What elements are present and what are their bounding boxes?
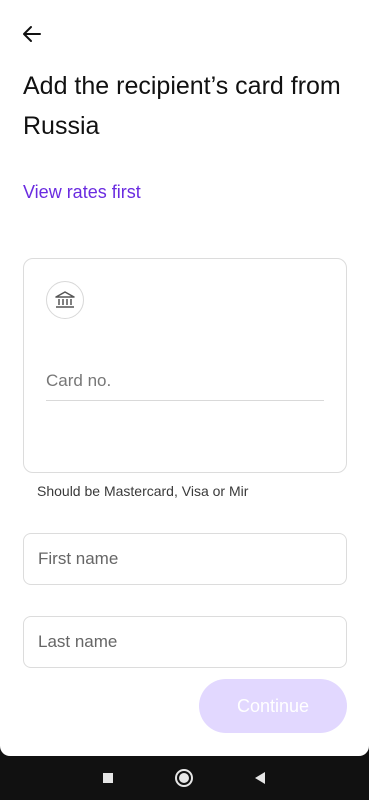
page-title: Add the recipient’s card from Russia — [23, 72, 341, 140]
android-navigation-bar — [0, 756, 369, 800]
system-back-button[interactable] — [238, 756, 282, 800]
last-name-input[interactable]: Last name — [23, 616, 347, 668]
triangle-back-icon — [255, 772, 265, 784]
screen: Add the recipient’s card from Russia Vie… — [0, 0, 369, 756]
continue-button[interactable]: Continue — [199, 679, 347, 733]
home-button[interactable] — [162, 756, 206, 800]
circle-home-icon — [175, 769, 193, 787]
first-name-input[interactable]: First name — [23, 533, 347, 585]
card-type-hint: Should be Mastercard, Visa or Mir — [37, 483, 249, 499]
square-recents-icon — [103, 773, 113, 783]
view-rates-link[interactable]: View rates first — [23, 182, 141, 203]
card-number-input[interactable]: Card no. — [46, 361, 324, 401]
bank-icon-badge — [46, 281, 84, 319]
recents-button[interactable] — [86, 756, 130, 800]
back-button[interactable] — [16, 20, 48, 48]
bank-icon — [55, 291, 75, 308]
card-number-container: Card no. — [23, 258, 347, 473]
arrow-left-icon — [23, 26, 41, 42]
